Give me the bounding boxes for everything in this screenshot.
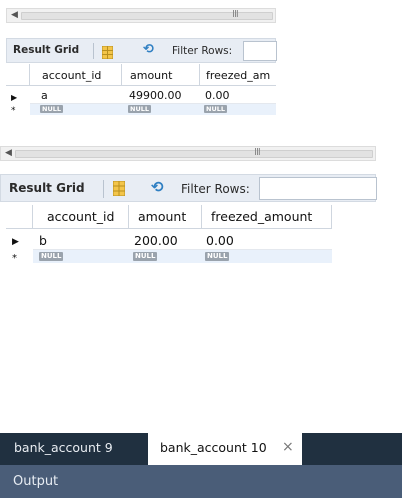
new-row[interactable] [30, 104, 276, 115]
filter-rows-input[interactable] [259, 177, 377, 200]
null-badge: NULL [205, 252, 230, 261]
toolbar-divider [93, 43, 94, 59]
null-badge: NULL [133, 252, 158, 261]
cell-amount[interactable]: 200.00 [134, 233, 178, 248]
filter-rows-input[interactable] [243, 41, 277, 61]
row-header-corner [6, 64, 30, 86]
scroll-left-arrow-icon[interactable]: ◀ [11, 10, 18, 20]
cell-account-id[interactable]: a [41, 89, 48, 102]
new-row[interactable] [33, 250, 332, 263]
column-header-amount[interactable]: amount [122, 64, 200, 86]
cell-account-id[interactable]: b [39, 233, 47, 248]
scroll-grip-icon: III [232, 9, 239, 20]
column-header-amount[interactable]: amount [129, 205, 202, 229]
tab-bank-account-10[interactable]: bank_account 10 × [148, 433, 302, 465]
result-panel-2: ◀ III Result Grid ⟲ Filter Rows: account… [0, 146, 377, 276]
null-badge: NULL [204, 105, 228, 113]
column-header-account-id[interactable]: account_id [33, 205, 129, 229]
tab-label: bank_account 10 [160, 440, 267, 455]
horizontal-scrollbar[interactable]: ◀ III [6, 8, 276, 23]
cell-amount[interactable]: 49900.00 [129, 89, 182, 102]
scroll-left-arrow-icon[interactable]: ◀ [5, 148, 12, 158]
output-panel-header [0, 465, 402, 498]
cell-freezed-amount[interactable]: 0.00 [206, 233, 234, 248]
cell-freezed-amount[interactable]: 0.00 [205, 89, 230, 102]
column-header-account-id[interactable]: account_id [30, 64, 122, 86]
result-toolbar: Result Grid ⟲ Filter Rows: [0, 174, 377, 202]
filter-rows-label: Filter Rows: [181, 182, 250, 196]
scroll-thumb[interactable]: III [15, 147, 373, 158]
result-grid-label[interactable]: Result Grid [9, 181, 85, 195]
result-panel-1: ◀ III Result Grid ⟲ Filter Rows: account… [6, 8, 277, 130]
filter-refresh-icon[interactable]: ⟲ [143, 42, 154, 57]
grid-layout-icon[interactable] [112, 180, 126, 200]
scroll-grip-icon: III [254, 147, 261, 158]
row-header-corner [6, 205, 33, 229]
result-grid-label[interactable]: Result Grid [13, 44, 79, 56]
filter-rows-label: Filter Rows: [172, 45, 233, 57]
new-row-indicator-icon: * [11, 106, 16, 116]
column-header-freezed-amount[interactable]: freezed_amount [202, 205, 332, 229]
tab-bank-account-9[interactable]: bank_account 9 [0, 433, 142, 465]
null-badge: NULL [128, 105, 152, 113]
current-row-indicator-icon: ▶ [12, 237, 19, 247]
scroll-thumb[interactable]: III [21, 9, 273, 20]
filter-refresh-icon[interactable]: ⟲ [151, 178, 164, 196]
output-panel-title[interactable]: Output [13, 474, 58, 489]
toolbar-divider [103, 180, 104, 198]
result-grid: account_id amount freezed_am ▶ a 49900.0… [6, 64, 276, 130]
result-grid: account_id amount freezed_amount ▶ b 200… [6, 205, 332, 275]
horizontal-scrollbar[interactable]: ◀ III [0, 146, 376, 161]
grid-layout-icon[interactable] [101, 44, 114, 63]
current-row-indicator-icon: ▶ [11, 93, 18, 102]
null-badge: NULL [40, 105, 64, 113]
column-header-freezed-amount[interactable]: freezed_am [200, 64, 276, 86]
result-toolbar: Result Grid ⟲ Filter Rows: [6, 38, 277, 63]
null-badge: NULL [39, 252, 64, 261]
tab-label: bank_account 9 [14, 440, 113, 455]
new-row-indicator-icon: * [12, 253, 17, 264]
close-icon[interactable]: × [282, 439, 294, 455]
